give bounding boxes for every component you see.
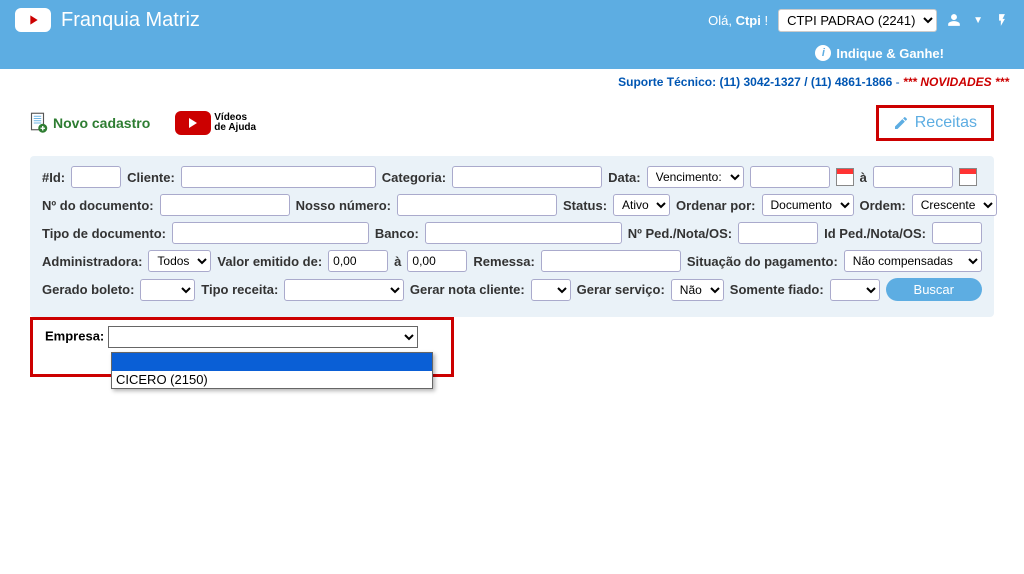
valor-ate-input[interactable] [407, 250, 467, 272]
ndoc-input[interactable] [160, 194, 290, 216]
data-from-input[interactable] [750, 166, 830, 188]
ordenar-select[interactable]: Documento [762, 194, 854, 216]
empresa-label: Empresa: [45, 328, 104, 343]
empresa-dropdown-list: CICERO (2150) [111, 352, 433, 389]
empresa-option-blank[interactable] [112, 353, 432, 371]
somente-fiado-label: Somente fiado: [730, 282, 824, 297]
nped-label: Nº Ped./Nota/OS: [628, 226, 732, 241]
ordem-select[interactable]: Crescente [912, 194, 997, 216]
empresa-select[interactable] [108, 326, 418, 348]
status-select[interactable]: Ativo [613, 194, 670, 216]
gerar-nota-select[interactable] [531, 279, 571, 301]
data-to-input[interactable] [873, 166, 953, 188]
info-icon: i [815, 45, 831, 61]
idped-input[interactable] [932, 222, 982, 244]
bolt-icon[interactable] [995, 13, 1009, 27]
indique-ganhe-link[interactable]: i Indique & Ganhe! [815, 45, 944, 61]
tipo-receita-select[interactable] [284, 279, 404, 301]
remessa-input[interactable] [541, 250, 681, 272]
user-icon[interactable] [947, 13, 961, 27]
ordem-label: Ordem: [860, 198, 906, 213]
header-right: Olá, Ctpi ! CTPI PADRAO (2241) ▼ [708, 9, 1009, 32]
id-label: #Id: [42, 170, 65, 185]
caret-down-icon[interactable]: ▼ [973, 15, 983, 26]
gerar-servico-label: Gerar serviço: [577, 282, 665, 297]
data-label: Data: [608, 170, 641, 185]
youtube-logo-icon[interactable] [15, 8, 51, 32]
empresa-highlight-box: Empresa: CICERO (2150) [30, 317, 454, 377]
tipodoc-label: Tipo de documento: [42, 226, 166, 241]
categoria-label: Categoria: [382, 170, 446, 185]
support-bar: Suporte Técnico: (11) 3042-1327 / (11) 4… [0, 69, 1024, 95]
nosso-input[interactable] [397, 194, 557, 216]
calendar-icon[interactable] [959, 168, 977, 186]
buscar-button[interactable]: Buscar [886, 278, 982, 301]
brand-title: Franquia Matriz [61, 9, 200, 32]
admin-select[interactable]: Todos [148, 250, 211, 272]
subheader-bar: i Indique & Ganhe! [0, 40, 1024, 69]
cliente-input[interactable] [181, 166, 376, 188]
ordenar-label: Ordenar por: [676, 198, 755, 213]
greeting-text: Olá, Ctpi ! [708, 13, 768, 28]
categoria-input[interactable] [452, 166, 602, 188]
banco-input[interactable] [425, 222, 622, 244]
situacao-select[interactable]: Não compensadas [844, 250, 982, 272]
admin-label: Administradora: [42, 254, 142, 269]
nped-input[interactable] [738, 222, 818, 244]
toolbar: Novo cadastro YouTube Vídeos de Ajuda Re… [0, 95, 1024, 151]
gerado-boleto-label: Gerado boleto: [42, 282, 134, 297]
tipo-receita-label: Tipo receita: [201, 282, 278, 297]
a-label: à [394, 254, 401, 269]
id-input[interactable] [71, 166, 121, 188]
empresa-option-cicero[interactable]: CICERO (2150) [112, 371, 432, 388]
novo-cadastro-button[interactable]: Novo cadastro [30, 112, 150, 134]
support-phone-2[interactable]: (11) 4861-1866 [811, 75, 892, 89]
banco-label: Banco: [375, 226, 419, 241]
novidades-link[interactable]: *** NOVIDADES *** [903, 75, 1009, 89]
support-phone-1[interactable]: (11) 3042-1327 [719, 75, 800, 89]
account-select[interactable]: CTPI PADRAO (2241) [778, 9, 937, 32]
nosso-label: Nosso número: [296, 198, 391, 213]
filter-panel: #Id: Cliente: Categoria: Data: Venciment… [30, 156, 994, 317]
situacao-label: Situação do pagamento: [687, 254, 838, 269]
somente-fiado-select[interactable] [830, 279, 880, 301]
status-label: Status: [563, 198, 607, 213]
ndoc-label: Nº do documento: [42, 198, 154, 213]
gerado-boleto-select[interactable] [140, 279, 195, 301]
header-bar: Franquia Matriz Olá, Ctpi ! CTPI PADRAO … [0, 0, 1024, 40]
edit-icon [893, 115, 909, 131]
videos-ajuda-button[interactable]: YouTube Vídeos de Ajuda [175, 111, 256, 135]
receitas-button[interactable]: Receitas [876, 105, 994, 141]
calendar-icon[interactable] [836, 168, 854, 186]
videos-ajuda-label: Vídeos de Ajuda [214, 113, 256, 133]
valor-de-input[interactable] [328, 250, 388, 272]
header-left: Franquia Matriz [15, 8, 200, 32]
gerar-servico-select[interactable]: Não [671, 279, 724, 301]
valor-emitido-label: Valor emitido de: [217, 254, 322, 269]
a-label: à [860, 170, 867, 185]
data-type-select[interactable]: Vencimento: [647, 166, 744, 188]
header-icons: ▼ [947, 13, 1009, 27]
cliente-label: Cliente: [127, 170, 175, 185]
remessa-label: Remessa: [473, 254, 534, 269]
tipodoc-input[interactable] [172, 222, 369, 244]
gerar-nota-label: Gerar nota cliente: [410, 282, 525, 297]
new-document-icon [30, 112, 48, 134]
idped-label: Id Ped./Nota/OS: [824, 226, 926, 241]
